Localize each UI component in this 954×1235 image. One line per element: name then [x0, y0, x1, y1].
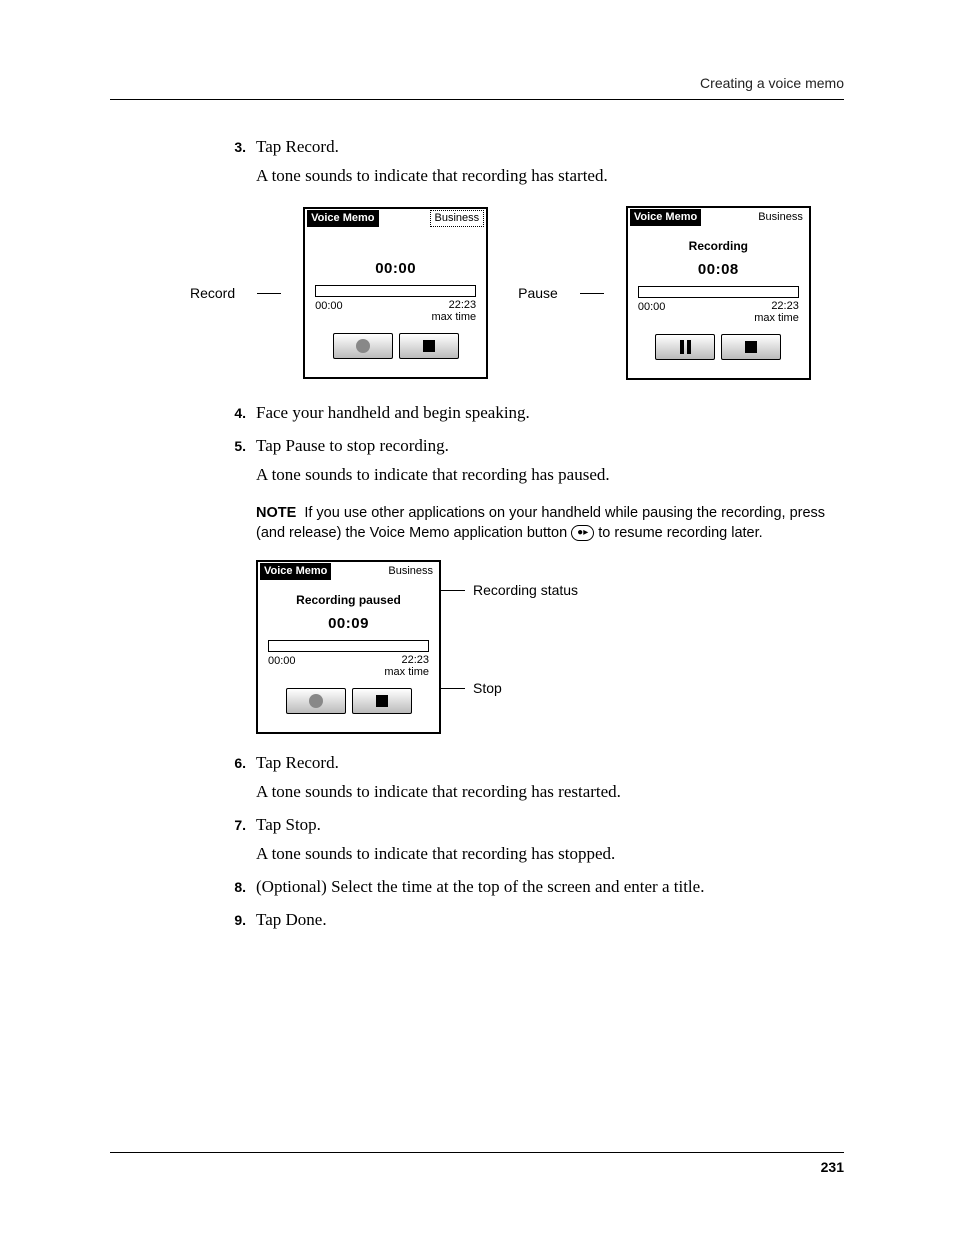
progress-bar — [268, 640, 429, 652]
step-5: 5. Tap Pause to stop recording. — [220, 435, 844, 458]
step-text: Tap Done. — [256, 909, 844, 932]
record-button — [333, 333, 393, 359]
callout-line — [439, 590, 465, 591]
progress-end: 22:23 max time — [754, 300, 799, 324]
stop-icon — [745, 341, 757, 353]
stop-icon — [423, 340, 435, 352]
header-rule — [110, 99, 844, 100]
stop-button — [721, 334, 781, 360]
step-3: 3. Tap Record. — [220, 136, 844, 159]
step-number: 3. — [220, 138, 246, 157]
step-text: Tap Stop. — [256, 814, 844, 837]
category-selector: Business — [430, 210, 485, 227]
note-text-after: to resume recording later. — [594, 525, 762, 541]
category-label: Business — [384, 564, 437, 579]
device-buttons — [258, 688, 439, 714]
manual-page: Creating a voice memo 3. Tap Record. A t… — [0, 0, 954, 1235]
device-buttons — [305, 333, 486, 359]
device-buttons — [628, 334, 809, 360]
device-screenshot-initial: Voice Memo Business 00:00 00:00 22:23 ma… — [303, 207, 488, 379]
step-5-body: A tone sounds to indicate that recording… — [256, 464, 844, 487]
step-text: Tap Record. — [256, 136, 844, 159]
callout-recording-status: Recording status — [473, 581, 578, 600]
pause-button — [655, 334, 715, 360]
figure-row-1: Record Voice Memo Business 00:00 00:00 2… — [190, 206, 844, 380]
progress-bar-wrap — [258, 634, 439, 652]
app-title: Voice Memo — [307, 210, 378, 227]
step-6: 6. Tap Record. — [220, 752, 844, 775]
step-number: 6. — [220, 754, 246, 773]
device-header: Voice Memo Business — [258, 562, 439, 582]
page-number: 231 — [110, 1159, 844, 1175]
device-header: Voice Memo Business — [628, 208, 809, 228]
progress-bar — [315, 285, 476, 297]
stop-button — [352, 688, 412, 714]
progress-bar-wrap — [305, 279, 486, 297]
step-7: 7. Tap Stop. — [220, 814, 844, 837]
figure-paused: Voice Memo Business Recording paused 00:… — [256, 560, 844, 734]
progress-bar — [638, 286, 799, 298]
body-content: 3. Tap Record. A tone sounds to indicate… — [220, 136, 844, 932]
device-screenshot-paused: Voice Memo Business Recording paused 00:… — [256, 560, 441, 734]
elapsed-time: 00:00 — [305, 259, 486, 279]
progress-labels: 00:00 22:23 max time — [258, 652, 439, 678]
progress-end: 22:23 max time — [384, 654, 429, 678]
step-text: Tap Pause to stop recording. — [256, 435, 844, 458]
pause-icon — [680, 340, 691, 354]
progress-start: 00:00 — [268, 654, 296, 678]
step-8: 8. (Optional) Select the time at the top… — [220, 876, 844, 899]
device-screenshot-recording: Voice Memo Business Recording 00:08 00:0… — [626, 206, 811, 380]
step-7-body: A tone sounds to indicate that recording… — [256, 843, 844, 866]
step-number: 4. — [220, 404, 246, 423]
progress-labels: 00:00 22:23 max time — [628, 298, 809, 324]
step-6-body: A tone sounds to indicate that recording… — [256, 781, 844, 804]
record-icon — [309, 694, 323, 708]
step-number: 5. — [220, 437, 246, 456]
annotation-column: Recording status Stop — [441, 560, 578, 700]
step-number: 7. — [220, 816, 246, 835]
note-block: NOTE If you use other applications on yo… — [256, 503, 844, 544]
voice-memo-button-icon: ●▸ — [571, 525, 594, 541]
annotation-recording-status: Recording status — [439, 580, 578, 602]
note-label: NOTE — [256, 505, 296, 521]
step-text: Tap Record. — [256, 752, 844, 775]
annotation-stop: Stop — [439, 678, 578, 700]
step-3-body: A tone sounds to indicate that recording… — [256, 165, 844, 188]
recording-status: Recording — [628, 238, 809, 254]
device-header: Voice Memo Business — [305, 209, 486, 229]
step-number: 8. — [220, 878, 246, 897]
progress-bar-wrap — [628, 280, 809, 298]
progress-start: 00:00 — [315, 299, 343, 323]
stop-button — [399, 333, 459, 359]
category-label: Business — [754, 210, 807, 225]
callout-stop: Stop — [473, 679, 502, 698]
callout-pause: Pause — [518, 284, 558, 303]
callout-line — [580, 293, 604, 294]
callout-record: Record — [190, 284, 235, 303]
app-title: Voice Memo — [630, 209, 701, 226]
step-text: Face your handheld and begin speaking. — [256, 402, 844, 425]
progress-end: 22:23 max time — [432, 299, 477, 323]
callout-line — [257, 293, 281, 294]
elapsed-time: 00:08 — [628, 260, 809, 280]
record-icon — [356, 339, 370, 353]
progress-labels: 00:00 22:23 max time — [305, 297, 486, 323]
stop-icon — [376, 695, 388, 707]
recording-status: Recording paused — [258, 592, 439, 608]
progress-start: 00:00 — [638, 300, 666, 324]
running-header: Creating a voice memo — [110, 75, 844, 99]
elapsed-time: 00:09 — [258, 614, 439, 634]
app-title: Voice Memo — [260, 563, 331, 580]
record-button — [286, 688, 346, 714]
step-number: 9. — [220, 911, 246, 930]
step-text: (Optional) Select the time at the top of… — [256, 876, 844, 899]
step-4: 4. Face your handheld and begin speaking… — [220, 402, 844, 425]
footer-rule — [110, 1152, 844, 1153]
step-9: 9. Tap Done. — [220, 909, 844, 932]
page-footer: 231 — [110, 1152, 844, 1175]
callout-line — [439, 688, 465, 689]
